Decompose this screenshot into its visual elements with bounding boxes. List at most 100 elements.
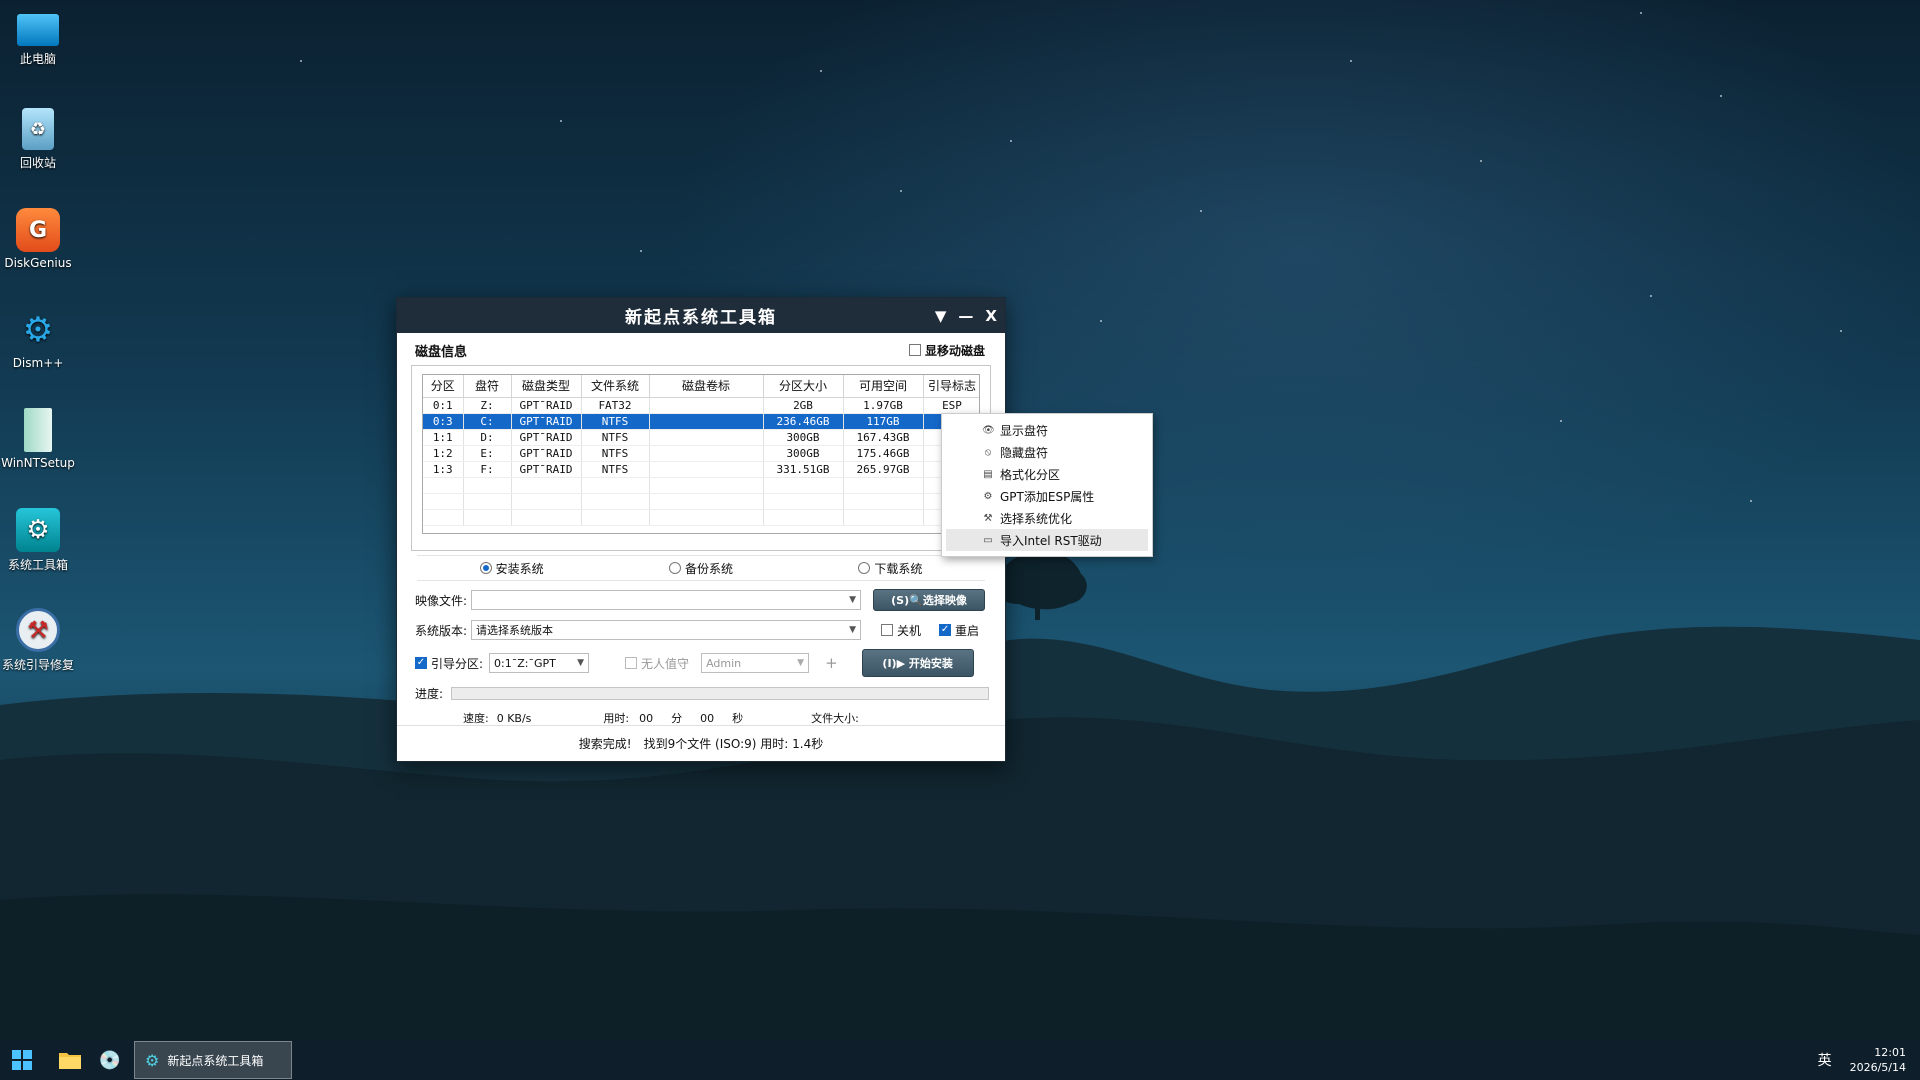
boot-partition-row: ✓ 引导分区: 0:1¯Z:¯GPT ▼ 无人值守 Admin ▼ + (I)▶… (407, 645, 995, 681)
radio-install[interactable]: 安装系统 (479, 560, 544, 577)
chevron-down-icon[interactable]: ▼ (849, 595, 856, 605)
boot-partition-combo[interactable]: 0:1¯Z:¯GPT ▼ (489, 653, 590, 673)
table-cell (649, 461, 764, 478)
disk-table-header-cell[interactable]: 引导标志 (923, 375, 979, 398)
tool-taskbar-button[interactable]: 💿 (90, 1040, 130, 1080)
desktop-icon-dism[interactable]: ⚙ Dism++ (0, 308, 76, 370)
table-cell: 236.46GB (763, 413, 844, 430)
checkbox-box[interactable]: ✓ (415, 657, 427, 669)
system-version-row: 系统版本: 请选择系统版本 ▼ 关机 ✓ 重启 (407, 615, 995, 645)
table-cell (843, 509, 924, 526)
context-menu-label: 格式化分区 (1000, 467, 1061, 482)
desktop-icon-boot-repair[interactable]: ⚒ 系统引导修复 (0, 608, 76, 673)
unattended-label: 无人值守 (641, 656, 690, 671)
window-titlebar[interactable]: 新起点系统工具箱 ▼ — X (397, 298, 1005, 333)
boot-partition-value: 0:1¯Z:¯GPT (494, 656, 556, 670)
checkbox-box[interactable]: ✓ (939, 624, 952, 636)
select-image-button[interactable]: (S)🔍选择映像 (873, 589, 985, 611)
file-explorer-button[interactable] (50, 1040, 90, 1080)
table-row[interactable]: 0:3 C: GPT¯RAID NTFS 236.46GB 117GB (423, 413, 979, 430)
table-row[interactable]: 1:1 D: GPT¯RAID NTFS 300GB 167.43GB (423, 429, 979, 446)
system-version-value: 请选择系统版本 (476, 624, 553, 637)
minimize-button[interactable]: — (958, 307, 973, 325)
restart-checkbox[interactable]: ✓ 重启 (939, 622, 979, 639)
desktop-icon-recycle-bin[interactable]: ♻ 回收站 (0, 108, 76, 171)
checkbox-box[interactable] (908, 344, 921, 356)
show-removable-checkbox[interactable]: 显移动磁盘 (908, 342, 985, 359)
user-combo[interactable]: Admin ▼ (701, 653, 810, 673)
disk-table-body: 0:1 Z: GPT¯RAID FAT32 2GB 1.97GB ESP 0:3 C: GPT¯R… (423, 397, 979, 526)
window-title: 新起点系统工具箱 (625, 308, 777, 328)
time-label: 用时: (603, 712, 630, 725)
start-button[interactable] (2, 1040, 42, 1080)
disk-table-header-cell[interactable]: 分区 (423, 375, 464, 398)
boot-partition-checkbox[interactable]: ✓ 引导分区: (415, 655, 483, 672)
clock-date: 2026/5/14 (1849, 1061, 1906, 1074)
progress-row: 进度: (407, 681, 995, 705)
table-cell (581, 509, 650, 526)
table-cell: C: (463, 413, 512, 430)
context-menu-item[interactable]: 👁 显示盘符 (946, 419, 1148, 441)
boot-partition-label: 引导分区: (431, 656, 484, 671)
disk-table-header: 分区 盘符 磁盘类型 文件系统 磁盘卷标 分区大小 可用空间 引导标志 (423, 375, 979, 398)
start-install-button[interactable]: (I)▶ 开始安装 (861, 649, 974, 677)
table-cell (511, 509, 582, 526)
table-cell: 175.46GB (843, 445, 924, 462)
table-cell (423, 493, 464, 510)
radio-dot[interactable] (479, 562, 492, 574)
disk-table-header-cell[interactable]: 可用空间 (843, 375, 924, 398)
table-row[interactable]: 0:1 Z: GPT¯RAID FAT32 2GB 1.97GB ESP (423, 397, 979, 414)
table-row-empty (423, 509, 979, 526)
checkbox-box[interactable] (625, 657, 638, 669)
disk-table-header-cell[interactable]: 文件系统 (581, 375, 650, 398)
table-row[interactable]: 1:2 E: GPT¯RAID NTFS 300GB 175.46GB (423, 445, 979, 462)
system-version-combo[interactable]: 请选择系统版本 ▼ (471, 620, 861, 640)
disk-table-header-cell[interactable]: 磁盘类型 (511, 375, 582, 398)
disk-table-header-cell[interactable]: 盘符 (463, 375, 512, 398)
folder-icon (59, 1053, 81, 1069)
unattended-checkbox[interactable]: 无人值守 (625, 655, 689, 672)
clock[interactable]: 12:01 2026/5/14 (1850, 1045, 1906, 1075)
disk-table-header-cell[interactable]: 磁盘卷标 (649, 375, 764, 398)
shutdown-checkbox[interactable]: 关机 (881, 622, 921, 639)
radio-backup-label: 备份系统 (684, 561, 733, 576)
radio-download[interactable]: 下载系统 (858, 560, 922, 577)
desktop-icon-this-pc[interactable]: 此电脑 (0, 8, 76, 67)
table-cell: NTFS (581, 429, 650, 446)
table-row-empty (423, 477, 979, 494)
table-cell: GPT¯RAID (511, 413, 582, 430)
plus-icon[interactable]: + (825, 654, 838, 672)
disk-table-header-cell[interactable]: 分区大小 (763, 375, 844, 398)
context-menu-item[interactable]: ⦸ 隐藏盘符 (946, 441, 1148, 463)
menu-dropdown-icon[interactable]: ▼ (935, 307, 947, 325)
table-cell: ESP (923, 397, 979, 414)
radio-dot[interactable] (668, 562, 681, 574)
system-tray: 英 12:01 2026/5/14 (1818, 1040, 1906, 1080)
window-controls: ▼ — X (935, 298, 997, 333)
radio-backup[interactable]: 备份系统 (668, 560, 733, 577)
context-menu-label: GPT添加ESP属性 (1000, 489, 1095, 504)
chevron-down-icon[interactable]: ▼ (797, 658, 804, 668)
radio-dot[interactable] (858, 562, 871, 574)
taskbar-app-toolbox[interactable]: ⚙ 新起点系统工具箱 (134, 1041, 292, 1079)
chevron-down-icon[interactable]: ▼ (849, 625, 856, 635)
gears-icon: ⚙ (22, 310, 54, 350)
table-cell (463, 477, 512, 494)
context-menu-label: 显示盘符 (1000, 423, 1049, 438)
context-menu-item[interactable]: ▤ 格式化分区 (946, 463, 1148, 485)
file-size-label: 文件大小: (811, 712, 859, 725)
desktop-icon-toolbox[interactable]: ⚙ 系统工具箱 (0, 508, 76, 573)
desktop-icon-winntsetup[interactable]: WinNTSetup (0, 408, 76, 470)
table-row[interactable]: 1:3 F: GPT¯RAID NTFS 331.51GB 265.97GB (423, 461, 979, 478)
context-menu-item[interactable]: ⚒ 选择系统优化 (946, 507, 1148, 529)
context-menu-item[interactable]: ⚙ GPT添加ESP属性 (946, 485, 1148, 507)
ime-indicator[interactable]: 英 (1818, 1050, 1832, 1070)
desktop-icon-diskgenius[interactable]: G DiskGenius (0, 208, 76, 270)
context-menu-item[interactable]: ▭ 导入Intel RST驱动 (946, 529, 1148, 551)
table-cell (649, 445, 764, 462)
close-button[interactable]: X (985, 307, 997, 325)
image-file-combo[interactable]: ▼ (471, 590, 861, 610)
chevron-down-icon[interactable]: ▼ (577, 658, 584, 668)
table-cell: 300GB (763, 429, 844, 446)
checkbox-box[interactable] (881, 624, 893, 636)
